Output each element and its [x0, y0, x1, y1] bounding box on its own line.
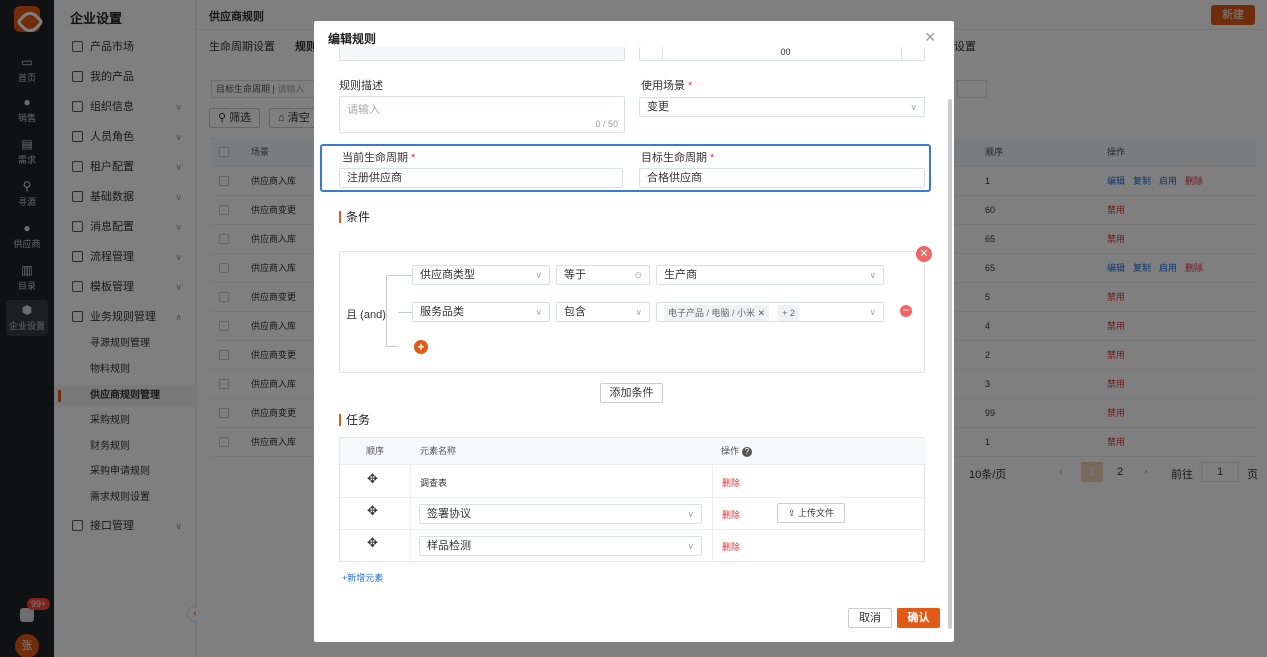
clear-circle-icon[interactable]: ⊙	[634, 266, 642, 284]
condition-2-value-select[interactable]: 电子产品 / 电脑 / 小米 ✕ + 2 ∨	[656, 302, 884, 322]
condition-1-field-select[interactable]: 供应商类型 ∨	[412, 265, 550, 285]
conditions-section-title: 条件	[339, 211, 370, 223]
condition-1-operator-select[interactable]: 等于 ⊙	[556, 265, 650, 285]
chevron-down-icon: ∨	[635, 307, 642, 317]
logic-bracket	[386, 275, 398, 347]
rule-name-field[interactable]	[339, 47, 625, 61]
target-lifecycle-input[interactable]: 合格供应商	[639, 168, 925, 188]
chevron-down-icon: ∨	[535, 270, 542, 280]
target-lifecycle-label: 目标生命周期 *	[641, 152, 715, 164]
upload-icon: ⇪	[787, 508, 799, 518]
condition-2-field-select[interactable]: 服务品类 ∨	[412, 302, 550, 322]
upload-file-button[interactable]: ⇪ 上传文件	[777, 503, 845, 523]
chevron-down-icon: ∨	[869, 270, 876, 280]
dialog-title: 编辑规则	[328, 32, 377, 46]
drag-handle-icon[interactable]: ✥	[367, 471, 378, 487]
conditions-group: 且 (and) 供应商类型 ∨ 等于 ⊙ 生产商 ∨ 服务品类 ∨ 包含 ∨ 电子产品 /…	[339, 251, 925, 373]
current-lifecycle-label: 当前生命周期 *	[342, 152, 416, 164]
add-element-link[interactable]: +新增元素	[342, 571, 383, 584]
scenario-label: 使用场景 *	[641, 80, 693, 92]
logic-operator[interactable]: 且 (and)	[340, 306, 392, 322]
drag-handle-icon[interactable]: ✥	[367, 503, 378, 519]
help-icon[interactable]: ?	[742, 447, 753, 457]
close-icon[interactable]: ✕	[758, 308, 766, 318]
delete-task-link[interactable]: 删除	[722, 476, 740, 489]
tasks-table: 顺序 元素名称 操作? ✥ 调查表 删除 ✥ 签署协议 ∨ 删除 ⇪ 上传文件 ✥…	[339, 437, 926, 563]
task-element-select[interactable]: 样品检测 ∨	[419, 536, 702, 556]
order-stepper[interactable]: 00	[662, 47, 902, 61]
cancel-button[interactable]: 取消	[848, 608, 892, 628]
chevron-down-icon: ∨	[869, 307, 876, 317]
current-lifecycle-input[interactable]: 注册供应商	[339, 168, 623, 188]
delete-task-link[interactable]: 删除	[722, 508, 740, 521]
char-count: 0 / 50	[595, 119, 618, 129]
order-decrement-button[interactable]	[639, 47, 663, 61]
tasks-section-title: 任务	[339, 414, 370, 426]
drag-handle-icon[interactable]: ✥	[367, 535, 378, 551]
edit-rule-dialog: 编辑规则 ✕ 00 规则描述 请输入 0 / 50 使用场景 * 变更 ∨ 当前生命…	[314, 21, 954, 642]
confirm-button[interactable]: 确认	[897, 608, 940, 628]
task-row: ✥ 调查表 删除	[340, 465, 926, 498]
tag-chip: 电子产品 / 电脑 / 小米 ✕	[664, 305, 770, 321]
description-label: 规则描述	[339, 80, 383, 92]
remove-condition-icon[interactable]: −	[900, 304, 912, 317]
tasks-table-header: 顺序 元素名称 操作?	[340, 438, 926, 465]
chevron-down-icon: ∨	[687, 541, 694, 551]
close-icon[interactable]: ✕	[924, 29, 936, 46]
description-textarea[interactable]: 请输入 0 / 50	[339, 96, 625, 133]
add-condition-button[interactable]: 添加条件	[600, 383, 663, 403]
scenario-select[interactable]: 变更 ∨	[639, 97, 925, 117]
condition-2-operator-select[interactable]: 包含 ∨	[556, 302, 650, 322]
chevron-down-icon: ∨	[687, 509, 694, 519]
more-tags-chip: + 2	[778, 305, 799, 321]
task-element-select[interactable]: 签署协议 ∨	[419, 504, 702, 524]
task-row: ✥ 签署协议 ∨ 删除 ⇪ 上传文件	[340, 498, 926, 530]
dialog-scrollbar[interactable]	[948, 99, 952, 629]
chevron-down-icon: ∨	[535, 307, 542, 317]
add-sub-condition-icon[interactable]: +	[414, 340, 428, 354]
delete-task-link[interactable]: 删除	[722, 540, 740, 553]
chevron-down-icon: ∨	[910, 102, 917, 112]
task-row: ✥ 样品检测 ∨ 删除	[340, 530, 926, 562]
condition-1-value-select[interactable]: 生产商 ∨	[656, 265, 884, 285]
order-increment-button[interactable]	[901, 47, 925, 61]
remove-group-icon[interactable]: ✕	[916, 246, 932, 262]
